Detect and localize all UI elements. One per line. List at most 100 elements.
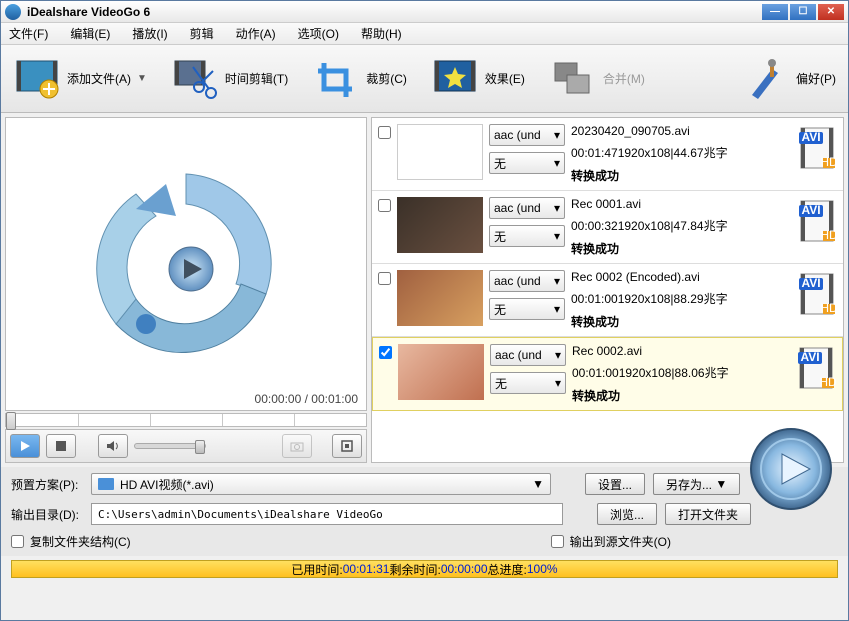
video-codec-combo[interactable]: 无▾ (489, 298, 565, 320)
video-thumbnail (397, 124, 483, 180)
audio-codec-combo[interactable]: aac (und▾ (490, 344, 566, 366)
item-checkbox[interactable] (378, 272, 391, 285)
progress-bar: 已用时间: 00:01:31 剩余时间: 00:00:00 总进度:100% (11, 560, 838, 578)
player-controls (5, 429, 367, 463)
menu-action[interactable]: 动作(A) (236, 25, 276, 42)
video-codec-combo[interactable]: 无▾ (489, 225, 565, 247)
close-button[interactable]: ✕ (818, 4, 844, 20)
video-codec-combo[interactable]: 无▾ (489, 152, 565, 174)
profile-label: 预置方案(P): (11, 476, 83, 493)
audio-codec-combo[interactable]: aac (und▾ (489, 197, 565, 219)
item-info: 00:01:001920x108|88.29兆字 (571, 290, 791, 307)
item-filename: 20230420_090705.avi (571, 124, 791, 138)
seek-thumb[interactable] (6, 412, 16, 430)
add-file-button[interactable]: 添加文件(A) ▼ (13, 57, 147, 101)
video-thumbnail (397, 197, 483, 253)
open-folder-button[interactable]: 打开文件夹 (665, 503, 751, 525)
preview-panel: 00:00:00 / 00:01:00 (5, 117, 367, 411)
item-status: 转换成功 (571, 240, 791, 257)
preferences-label: 偏好(P) (796, 70, 836, 87)
minimize-button[interactable]: — (762, 4, 788, 20)
crop-button[interactable]: 裁剪(C) (312, 57, 407, 101)
toolbar: 添加文件(A) ▼ 时间剪辑(T) 裁剪(C) 效果(E) 合并(M) 偏好(P… (1, 45, 848, 113)
item-info: 00:01:001920x108|88.06兆字 (572, 364, 790, 381)
recycle-icon (76, 154, 296, 374)
item-checkbox[interactable] (379, 346, 392, 359)
output-to-source-checkbox[interactable]: 输出到源文件夹(O) (551, 533, 671, 550)
stop-button[interactable] (46, 434, 76, 458)
title-bar: iDealshare VideoGo 6 — ☐ ✕ (1, 1, 848, 23)
stop-icon (56, 441, 66, 451)
save-as-button[interactable]: 另存为... ▼ (653, 473, 740, 495)
svg-text:AVI: AVI (801, 203, 820, 217)
crop-label: 裁剪(C) (366, 70, 407, 87)
add-file-label: 添加文件(A) (67, 70, 131, 87)
item-checkbox[interactable] (378, 199, 391, 212)
item-info: 00:01:471920x108|44.67兆字 (571, 144, 791, 161)
time-trim-label: 时间剪辑(T) (225, 70, 288, 87)
list-item[interactable]: aac (und▾ 无▾ Rec 0002 (Encoded).avi 00:0… (372, 264, 843, 337)
format-icon: AVIHD (797, 270, 837, 318)
menu-help[interactable]: 帮助(H) (361, 25, 402, 42)
add-file-icon (13, 57, 61, 101)
item-status: 转换成功 (572, 387, 790, 404)
list-item[interactable]: aac (und▾ 无▾ 20230420_090705.avi 00:01:4… (372, 118, 843, 191)
svg-text:AVI: AVI (800, 350, 819, 364)
time-trim-button[interactable]: 时间剪辑(T) (171, 57, 288, 101)
menu-edit[interactable]: 编辑(E) (70, 25, 110, 42)
video-thumbnail (397, 270, 483, 326)
app-icon (5, 4, 21, 20)
maximize-button[interactable]: ☐ (790, 4, 816, 20)
volume-slider[interactable] (134, 443, 206, 449)
profile-combo-icon (98, 478, 114, 490)
video-codec-combo[interactable]: 无▾ (490, 372, 566, 394)
svg-text:HD: HD (820, 301, 837, 315)
fullscreen-button[interactable] (332, 434, 362, 458)
item-filename: Rec 0001.avi (571, 197, 791, 211)
item-status: 转换成功 (571, 313, 791, 330)
menu-play[interactable]: 播放(I) (132, 25, 167, 42)
format-icon: AVIHD (797, 197, 837, 245)
scissors-icon (171, 57, 219, 101)
format-icon: AVIHD (796, 344, 836, 392)
menu-trim[interactable]: 剪辑 (190, 25, 214, 42)
settings-button[interactable]: 设置... (585, 473, 645, 495)
list-item[interactable]: aac (und▾ 无▾ Rec 0002.avi 00:01:001920x1… (372, 337, 843, 411)
svg-text:HD: HD (819, 375, 836, 389)
browse-button[interactable]: 浏览... (597, 503, 657, 525)
seek-bar[interactable] (5, 413, 367, 427)
play-button[interactable] (10, 434, 40, 458)
video-thumbnail (398, 344, 484, 400)
format-icon: AVIHD (797, 124, 837, 172)
profile-value: HD AVI视频(*.avi) (120, 476, 214, 493)
play-icon (19, 440, 31, 452)
merge-icon (549, 57, 597, 101)
merge-button[interactable]: 合并(M) (549, 57, 645, 101)
merge-label: 合并(M) (603, 70, 645, 87)
output-path-input[interactable] (91, 503, 563, 525)
volume-thumb[interactable] (195, 440, 205, 454)
preferences-button[interactable]: 偏好(P) (742, 57, 836, 101)
menu-file[interactable]: 文件(F) (9, 25, 48, 42)
camera-icon (290, 440, 304, 452)
copy-structure-checkbox[interactable]: 复制文件夹结构(C) (11, 533, 131, 550)
window-title: iDealshare VideoGo 6 (27, 5, 762, 19)
item-status: 转换成功 (571, 167, 791, 184)
item-checkbox[interactable] (378, 126, 391, 139)
effect-label: 效果(E) (485, 70, 525, 87)
list-item[interactable]: aac (und▾ 无▾ Rec 0001.avi 00:00:321920x1… (372, 191, 843, 264)
timecode: 00:00:00 / 00:01:00 (255, 392, 358, 406)
snapshot-button[interactable] (282, 434, 312, 458)
profile-combo[interactable]: HD AVI视频(*.avi) ▼ (91, 473, 551, 495)
fullscreen-icon (341, 440, 353, 452)
convert-button[interactable] (748, 426, 834, 512)
svg-text:AVI: AVI (801, 276, 820, 290)
audio-codec-combo[interactable]: aac (und▾ (489, 124, 565, 146)
volume-button[interactable] (98, 434, 128, 458)
speaker-icon (106, 440, 120, 452)
audio-codec-combo[interactable]: aac (und▾ (489, 270, 565, 292)
menu-option[interactable]: 选项(O) (298, 25, 339, 42)
effect-button[interactable]: 效果(E) (431, 57, 525, 101)
dropdown-icon: ▼ (137, 73, 147, 84)
effect-icon (431, 57, 479, 101)
